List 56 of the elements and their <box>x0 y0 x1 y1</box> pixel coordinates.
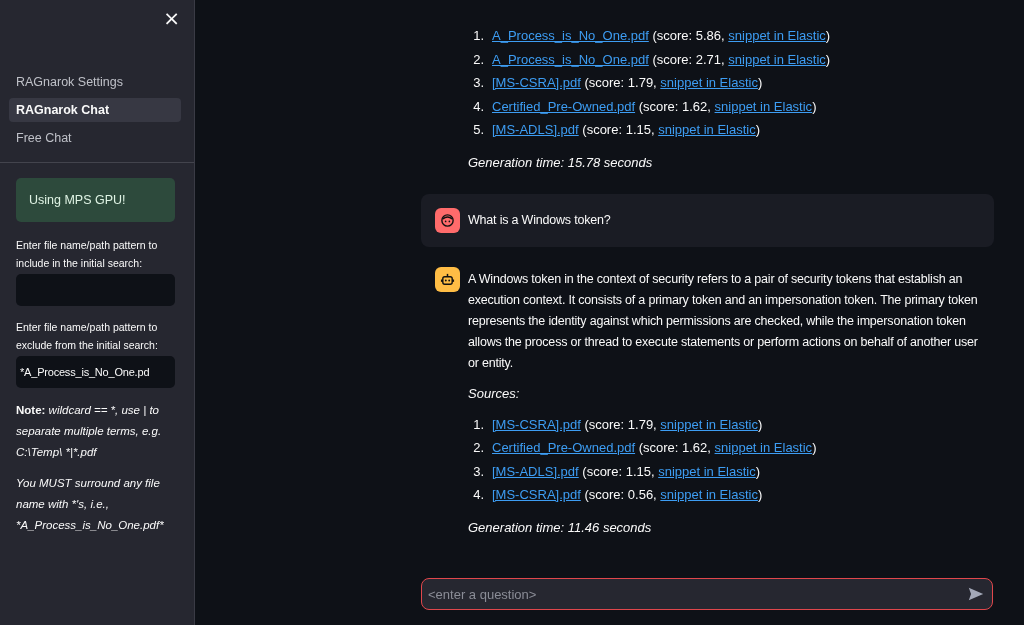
sources-heading: Sources: <box>468 385 521 401</box>
input-field[interactable]: *A_Process_is_No_One.pd <box>16 356 175 388</box>
file-link[interactable]: [MS-CSRA].pdf <box>492 75 581 90</box>
list-number: 4. <box>472 486 484 504</box>
generation-time: Generation time: 11.46 seconds <box>468 519 653 535</box>
generation-time: Generation time: 15.78 seconds <box>468 154 654 170</box>
list-number: 4. <box>472 97 484 116</box>
file-link[interactable]: A_Process_is_No_One.pdf <box>492 51 649 67</box>
source-item: A_Process_is_No_One.pdf (score: 2.71, snippet in Elastic) <box>492 50 831 69</box>
list-number: 2. <box>472 439 484 457</box>
list-number: 5. <box>472 121 484 139</box>
source-item: [MS-CSRA].pdf (score: 1.79, snippet in Elastic) <box>492 415 763 434</box>
snippet-link[interactable]: snippet in Elastic <box>660 487 758 502</box>
input-field[interactable] <box>16 274 175 306</box>
field-label: Enter file name/path pattern to include in the initial search: <box>16 238 159 271</box>
snippet-link[interactable]: snippet in Elastic <box>660 75 758 90</box>
file-link[interactable]: [MS-ADLS].pdf <box>492 122 579 137</box>
snippet-link[interactable]: snippet in Elastic <box>728 51 826 67</box>
nav-item[interactable]: RAGnarok Settings <box>9 70 181 94</box>
file-link[interactable]: Certified_Pre-Owned.pdf <box>492 98 636 114</box>
list-number: 3. <box>472 462 484 481</box>
source-item: Certified_Pre-Owned.pdf (score: 1.62, snippet in Elastic) <box>492 439 817 457</box>
source-item: Certified_Pre-Owned.pdf (score: 1.62, snippet in Elastic) <box>492 97 817 116</box>
status-alert: Using MPS GPU! <box>16 178 175 222</box>
nav-item[interactable]: Free Chat <box>9 126 181 150</box>
file-link[interactable]: [MS-CSRA].pdf <box>492 416 581 432</box>
source-item: [MS-CSRA].pdf (score: 1.79, snippet in Elastic) <box>492 74 763 92</box>
list-number: 2. <box>472 50 484 69</box>
file-link[interactable]: [MS-ADLS].pdf <box>492 463 579 479</box>
hint-text: You MUST surround any file name with *'s, i.e., *A_Process_is_No_One.pdf* <box>16 476 165 533</box>
file-link[interactable]: Certified_Pre-Owned.pdf <box>492 440 636 455</box>
file-link[interactable]: [MS-CSRA].pdf <box>492 487 581 502</box>
list-number: 1. <box>472 27 484 45</box>
message-text: A Windows token in the context of security refers to a pair of security tokens that establish an execution context. It consists of a primary token and an impersonation token. The primary token represents the identity against which permissions are checked, while the impersonation token allows the process or thread to execute statements or perform actions on behalf of another user or entity. <box>468 270 979 372</box>
robot-avatar-icon <box>435 266 460 292</box>
list-number: 3. <box>472 74 484 92</box>
user-avatar-icon <box>435 207 460 233</box>
close-button[interactable]: × <box>159 6 184 30</box>
note-text: Note: wildcard == *, use | to separate multiple terms, e.g. C:\Temp\ *|*.pdf <box>16 403 163 460</box>
message-text: What is a Windows token? <box>468 211 612 229</box>
send-icon[interactable] <box>967 585 985 603</box>
snippet-link[interactable]: snippet in Elastic <box>660 416 758 432</box>
file-link[interactable]: A_Process_is_No_One.pdf <box>492 28 649 43</box>
source-item: [MS-ADLS].pdf (score: 1.15, snippet in Elastic) <box>492 462 761 481</box>
list-number: 1. <box>472 415 484 434</box>
snippet-link[interactable]: snippet in Elastic <box>658 463 756 479</box>
source-item: [MS-CSRA].pdf (score: 0.56, snippet in Elastic) <box>492 486 763 504</box>
chat-input[interactable]: <enter a question> <box>421 578 993 610</box>
nav-item[interactable]: RAGnarok Chat <box>9 98 181 122</box>
snippet-link[interactable]: snippet in Elastic <box>658 122 756 137</box>
snippet-link[interactable]: snippet in Elastic <box>714 98 813 114</box>
snippet-link[interactable]: snippet in Elastic <box>728 28 826 43</box>
field-label: Enter file name/path pattern to exclude from the initial search: <box>16 320 159 353</box>
source-item: [MS-ADLS].pdf (score: 1.15, snippet in Elastic) <box>492 121 761 139</box>
source-item: A_Process_is_No_One.pdf (score: 5.86, snippet in Elastic) <box>492 27 831 45</box>
snippet-link[interactable]: snippet in Elastic <box>714 440 813 455</box>
